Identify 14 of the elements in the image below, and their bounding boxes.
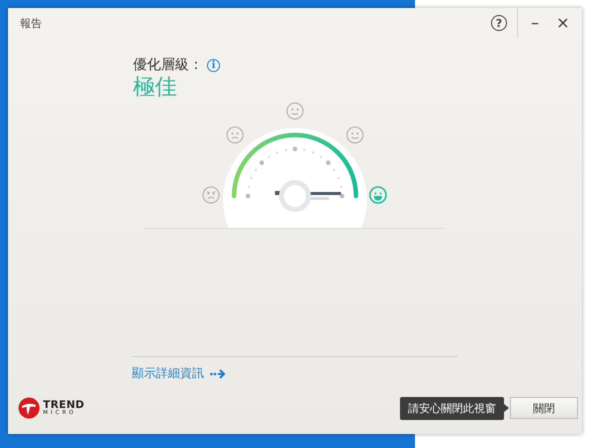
close-dialog-button[interactable]: 關閉 xyxy=(510,397,578,419)
info-icon[interactable]: i xyxy=(207,58,220,72)
arrow-icon xyxy=(210,368,226,380)
tooltip-pointer-icon xyxy=(504,404,509,412)
rating-label: 優化層級： xyxy=(133,56,203,74)
logo-icon xyxy=(18,397,40,419)
details-link[interactable]: 顯示詳細資訊 xyxy=(132,365,226,382)
window-title: 報告 xyxy=(20,16,43,30)
rating-value: 極佳 xyxy=(133,74,178,102)
brand-name: TREND xyxy=(43,400,84,410)
tooltip: 請安心關閉此視窗 xyxy=(400,396,504,420)
close-button[interactable]: × xyxy=(552,15,574,31)
minimize-button[interactable]: – xyxy=(524,15,546,31)
help-button[interactable]: ? xyxy=(491,15,507,31)
